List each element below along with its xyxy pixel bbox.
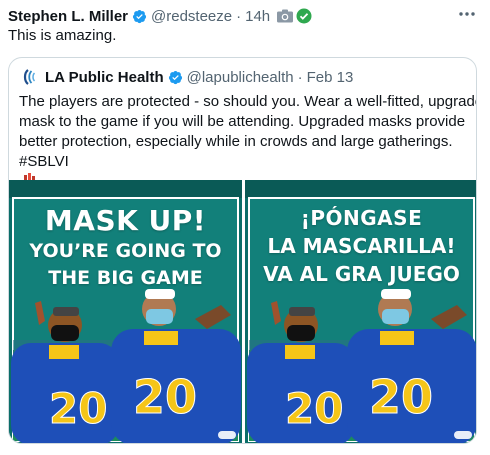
quote-author-handle[interactable]: @lapublichealth (187, 69, 294, 86)
quote-text: The players are protected - so should yo… (19, 92, 477, 184)
camera-icon (276, 8, 294, 24)
quote-date[interactable]: Feb 13 (307, 69, 354, 86)
fans-illustration: 20 20 (245, 285, 476, 443)
headline-line-2: YOU’RE GOING TO (29, 240, 222, 262)
logo-badge (454, 431, 472, 439)
tweet-text: This is amazing. (8, 27, 117, 44)
tweet-header: Stephen L. Miller @redsteeze · 14h (8, 6, 312, 26)
svg-text:20: 20 (49, 384, 107, 433)
headline-line-3: VA AL GRA JUEGO (263, 262, 460, 286)
quote-tweet-card[interactable]: LA Public Health @lapublichealth · Feb 1… (8, 57, 477, 444)
headline-line-2: LA MASCARILLA! (267, 234, 456, 258)
poster-headline: ¡PÓNGASE LA MASCARILLA! VA AL GRA JUEGO (245, 204, 476, 288)
quote-text-line: better protection, especially while in c… (19, 133, 453, 150)
separator-dot: · (236, 7, 242, 25)
quote-author-name[interactable]: LA Public Health (45, 69, 164, 86)
quote-header: LA Public Health @lapublichealth · Feb 1… (19, 67, 353, 87)
quote-text-line: mask to the game if you will be attendin… (19, 113, 466, 130)
quote-text-line: The players are protected - so should yo… (19, 93, 477, 110)
logo-badge (218, 431, 236, 439)
separator-dot: · (297, 68, 303, 86)
author-handle[interactable]: @redsteeze (151, 8, 232, 25)
svg-text:20: 20 (285, 384, 343, 433)
verified-badge-icon (168, 70, 183, 85)
headline-line-1: MASK UP! (44, 204, 207, 237)
timestamp[interactable]: 14h (245, 8, 270, 25)
tweet[interactable]: Stephen L. Miller @redsteeze · 14h This … (0, 0, 490, 455)
la-public-health-avatar[interactable] (19, 67, 39, 87)
author-name[interactable]: Stephen L. Miller (8, 8, 128, 25)
svg-text:20: 20 (133, 370, 197, 424)
svg-text:20: 20 (369, 370, 433, 424)
green-check-icon (296, 8, 312, 24)
verified-badge-icon (132, 9, 147, 24)
hashtag-link[interactable]: #SBLVI (19, 153, 69, 170)
headline-line-1: ¡PÓNGASE (300, 206, 423, 230)
fans-illustration: 20 20 (9, 285, 242, 443)
more-options-icon[interactable] (458, 8, 476, 20)
poster-image-spanish[interactable]: ¡PÓNGASE LA MASCARILLA! VA AL GRA JUEGO … (245, 180, 476, 443)
poster-image-english[interactable]: MASK UP! YOU’RE GOING TO THE BIG GAME 20 (9, 180, 242, 443)
poster-headline: MASK UP! YOU’RE GOING TO THE BIG GAME (9, 204, 242, 291)
media-grid: MASK UP! YOU’RE GOING TO THE BIG GAME 20 (9, 180, 476, 443)
